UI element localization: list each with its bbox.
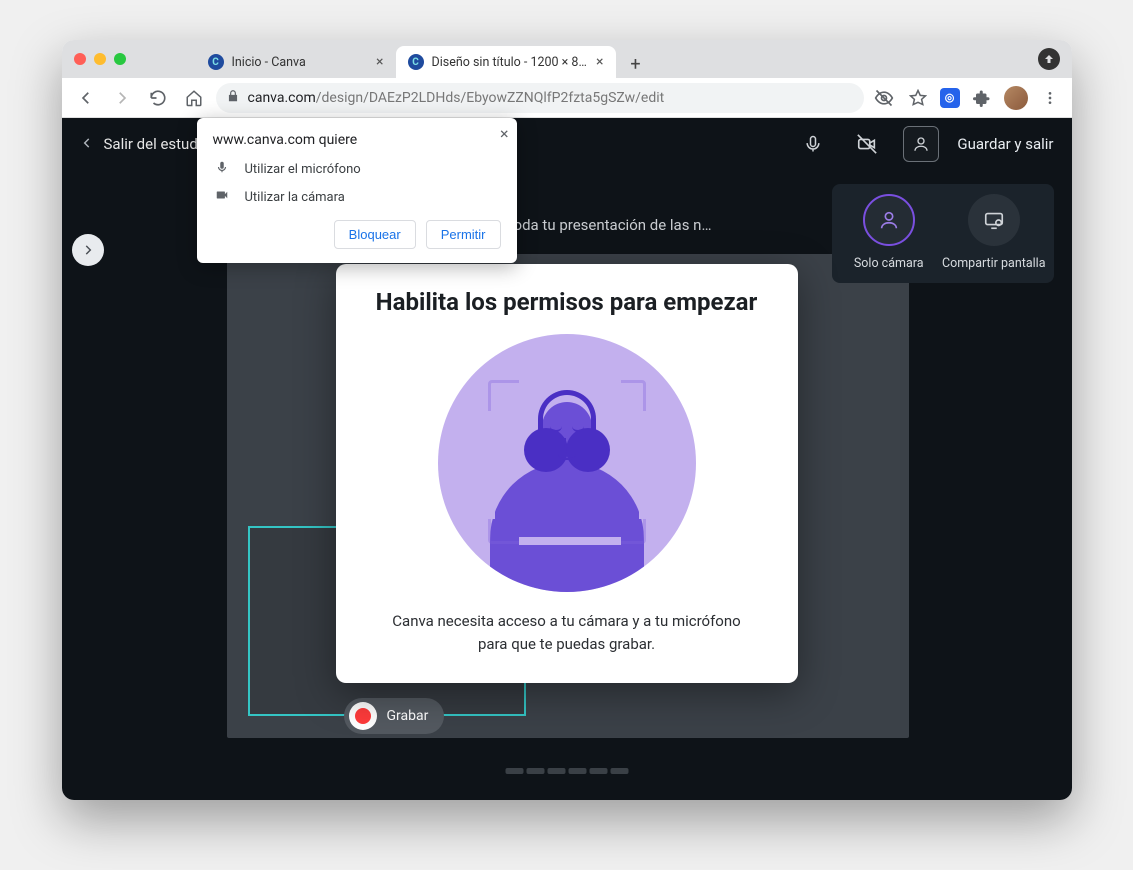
topbar-right: Guardar y salir [795, 126, 1053, 162]
url-host: canva.com/design/DAEzP2LDHds/EbyowZZNQlf… [248, 90, 665, 106]
window-controls [74, 53, 126, 65]
permission-cam-label: Utilizar la cámara [245, 190, 345, 205]
browser-window: C Inicio - Canva × C Diseño sin título -… [62, 40, 1072, 800]
new-tab-button[interactable]: + [622, 50, 650, 78]
tab-title: Diseño sin título - 1200 × 800 p [432, 55, 589, 70]
enable-permissions-modal: Habilita los permisos para empezar Canva… [336, 264, 798, 683]
camera-only-icon [863, 194, 915, 246]
tab-diseno-sin-titulo[interactable]: C Diseño sin título - 1200 × 800 p × [396, 46, 616, 78]
canva-favicon: C [408, 54, 424, 70]
maximize-window-button[interactable] [114, 53, 126, 65]
extension-icon[interactable]: ◎ [940, 88, 960, 108]
permission-mic-label: Utilizar el micrófono [245, 162, 361, 177]
canva-favicon: C [208, 54, 224, 70]
close-tab-icon[interactable]: × [596, 55, 603, 69]
solo-camara-option[interactable]: Solo cámara [840, 194, 938, 271]
microphone-icon [213, 160, 231, 178]
home-button[interactable] [180, 84, 208, 112]
extensions-puzzle-icon[interactable] [970, 86, 994, 110]
permission-actions: Bloquear Permitir [213, 220, 501, 249]
permission-row-camera: Utilizar la cámara [213, 188, 501, 206]
close-window-button[interactable] [74, 53, 86, 65]
tab-title: Inicio - Canva [232, 55, 369, 70]
exit-studio-label: Salir del estudio [104, 135, 210, 153]
microphone-icon[interactable] [795, 126, 831, 162]
block-permission-button[interactable]: Bloquear [334, 220, 416, 249]
permissions-illustration [364, 334, 770, 592]
permission-row-microphone: Utilizar el micrófono [213, 160, 501, 178]
chevron-left-icon [80, 134, 94, 155]
reload-button[interactable] [144, 84, 172, 112]
compartir-pantalla-label: Compartir pantalla [942, 256, 1046, 271]
share-screen-icon [968, 194, 1020, 246]
browser-toolbar: canva.com/design/DAEzP2LDHds/EbyowZZNQlf… [62, 78, 1072, 118]
allow-permission-button[interactable]: Permitir [426, 220, 501, 249]
incognito-eye-icon[interactable] [872, 86, 896, 110]
slide-pager[interactable] [505, 768, 628, 774]
presenter-view-icon[interactable] [903, 126, 939, 162]
compartir-pantalla-option[interactable]: Compartir pantalla [942, 194, 1046, 271]
minimize-window-button[interactable] [94, 53, 106, 65]
save-and-exit-button[interactable]: Guardar y salir [957, 135, 1053, 153]
tab-search-button[interactable] [1038, 48, 1060, 70]
tab-strip: C Inicio - Canva × C Diseño sin título -… [196, 40, 650, 78]
back-button[interactable] [72, 84, 100, 112]
record-button-label: Grabar [387, 708, 429, 724]
forward-button[interactable] [108, 84, 136, 112]
toolbar-right: ◎ [872, 86, 1062, 110]
permission-prompt: × www.canva.com quiere Utilizar el micró… [197, 118, 517, 263]
profile-avatar[interactable] [1004, 86, 1028, 110]
solo-camara-label: Solo cámara [854, 256, 924, 271]
close-permission-prompt[interactable]: × [500, 124, 509, 143]
address-bar[interactable]: canva.com/design/DAEzP2LDHds/EbyowZZNQlf… [216, 83, 864, 113]
camera-off-icon[interactable] [849, 126, 885, 162]
modal-description: Canva necesita acceso a tu cámara y a tu… [364, 610, 770, 655]
tab-inicio-canva[interactable]: C Inicio - Canva × [196, 46, 396, 78]
expand-sidebar-button[interactable] [72, 234, 104, 266]
titlebar: C Inicio - Canva × C Diseño sin título -… [62, 40, 1072, 78]
permission-prompt-title: www.canva.com quiere [213, 132, 501, 148]
recording-options-panel: Solo cámara Compartir pantalla [832, 184, 1054, 283]
close-tab-icon[interactable]: × [376, 55, 383, 69]
modal-title: Habilita los permisos para empezar [364, 288, 770, 316]
camera-icon [213, 188, 231, 206]
record-button[interactable]: Grabar [344, 698, 445, 734]
lock-icon [226, 89, 240, 107]
bookmark-star-icon[interactable] [906, 86, 930, 110]
chrome-menu-icon[interactable] [1038, 86, 1062, 110]
exit-studio-button[interactable]: Salir del estudio [80, 134, 210, 155]
record-dot-icon [349, 702, 377, 730]
